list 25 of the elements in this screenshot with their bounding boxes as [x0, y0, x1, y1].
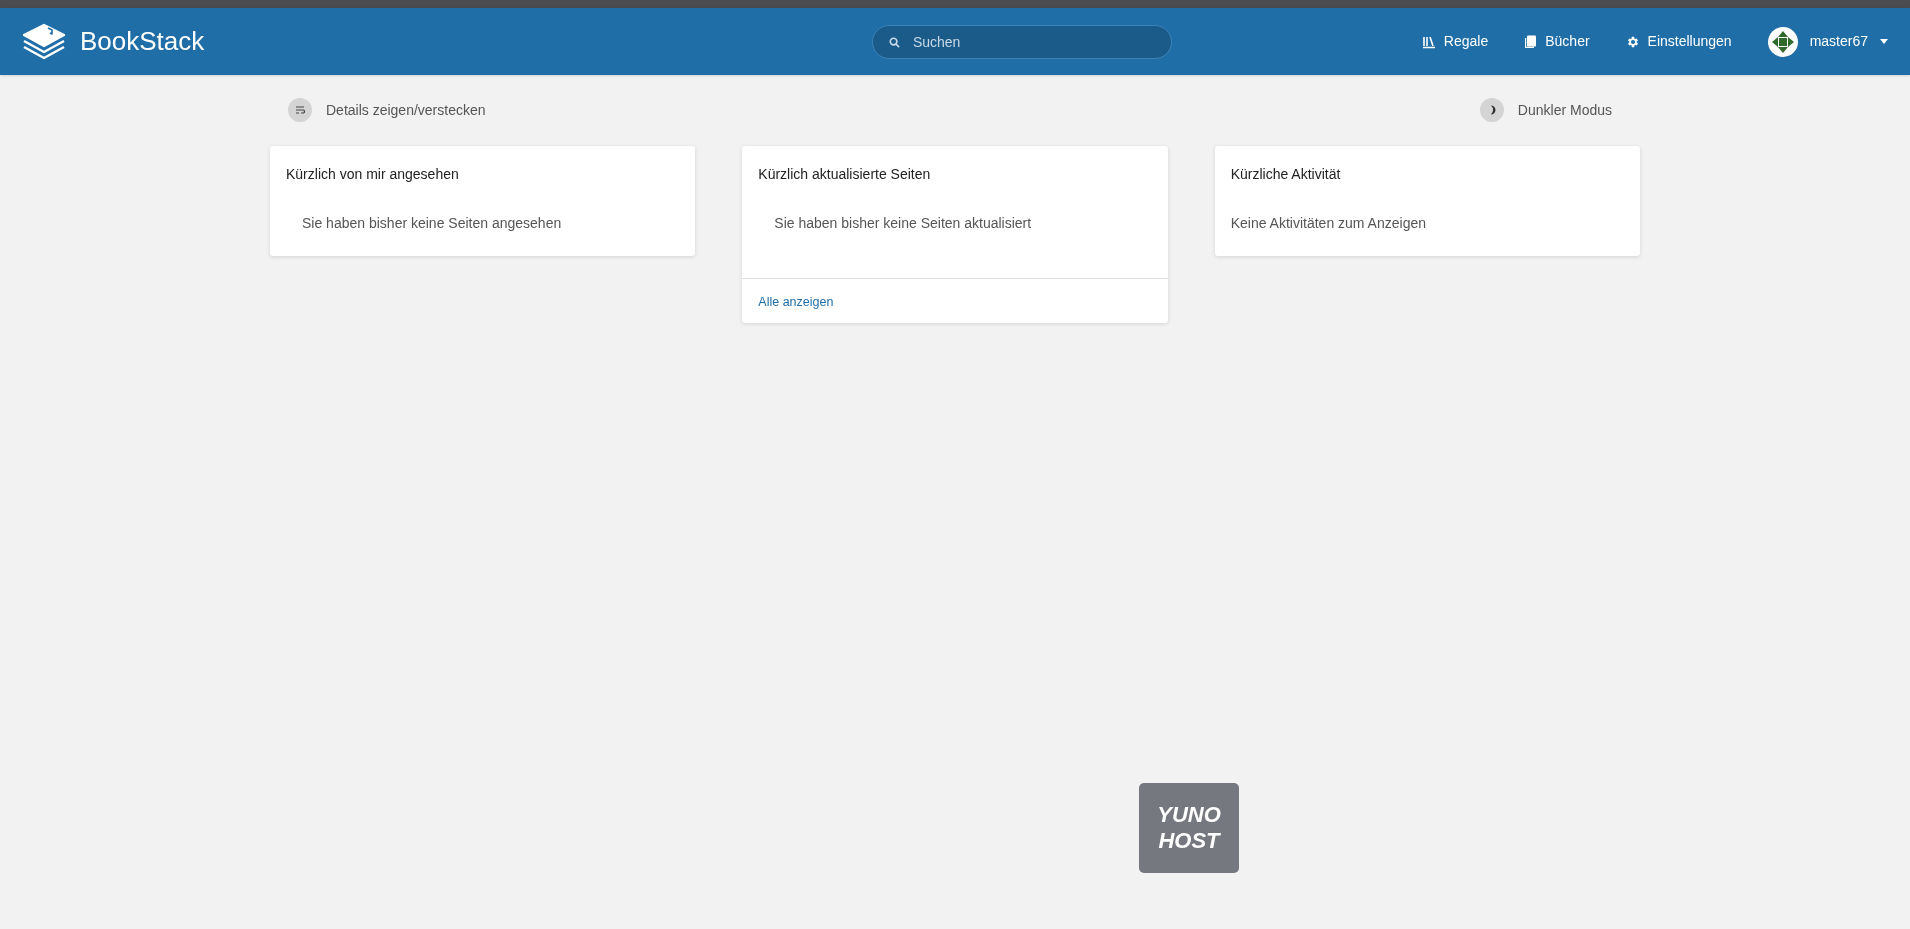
- nav-link[interactable]: Bücher: [1524, 31, 1590, 52]
- caret-icon: [1880, 39, 1888, 44]
- search-field[interactable]: Suchen: [871, 24, 1172, 59]
- card-title: Kürzlich aktualisierte Seiten: [757, 165, 932, 184]
- filter-icon: [288, 98, 312, 122]
- shelves-icon: [1421, 34, 1436, 49]
- user-menu[interactable]: master67: [1767, 26, 1888, 57]
- book-stack-logo-icon: [22, 22, 66, 61]
- nav-link[interactable]: Regale: [1421, 31, 1489, 52]
- dark-mode-toggle[interactable]: Dunkler Modus: [1479, 98, 1612, 122]
- app-name[interactable]: BookStack: [80, 22, 205, 61]
- empty-message: Sie haben bisher keine Seiten aktualisiert: [773, 214, 1033, 233]
- empty-message: Sie haben bisher keine Seiten angesehen: [301, 214, 563, 233]
- details-toggle[interactable]: Details zeigen/verstecken: [288, 98, 486, 122]
- moon-icon: [1479, 98, 1504, 122]
- book-icon: [1524, 34, 1538, 49]
- portal-button[interactable]: YUNO HOST: [1139, 783, 1239, 873]
- nav-link[interactable]: Einstellungen: [1625, 31, 1732, 52]
- avatar-icon: [1767, 26, 1798, 57]
- search-icon: [888, 36, 900, 48]
- card-title: Kürzlich von mir angesehen: [285, 165, 460, 184]
- card-title: Kürzliche Aktivität: [1229, 165, 1342, 184]
- settings-icon: [1625, 34, 1640, 49]
- empty-message: Keine Aktivitäten zum Anzeigen: [1229, 214, 1427, 233]
- show-all-link[interactable]: Alle anzeigen: [758, 295, 834, 309]
